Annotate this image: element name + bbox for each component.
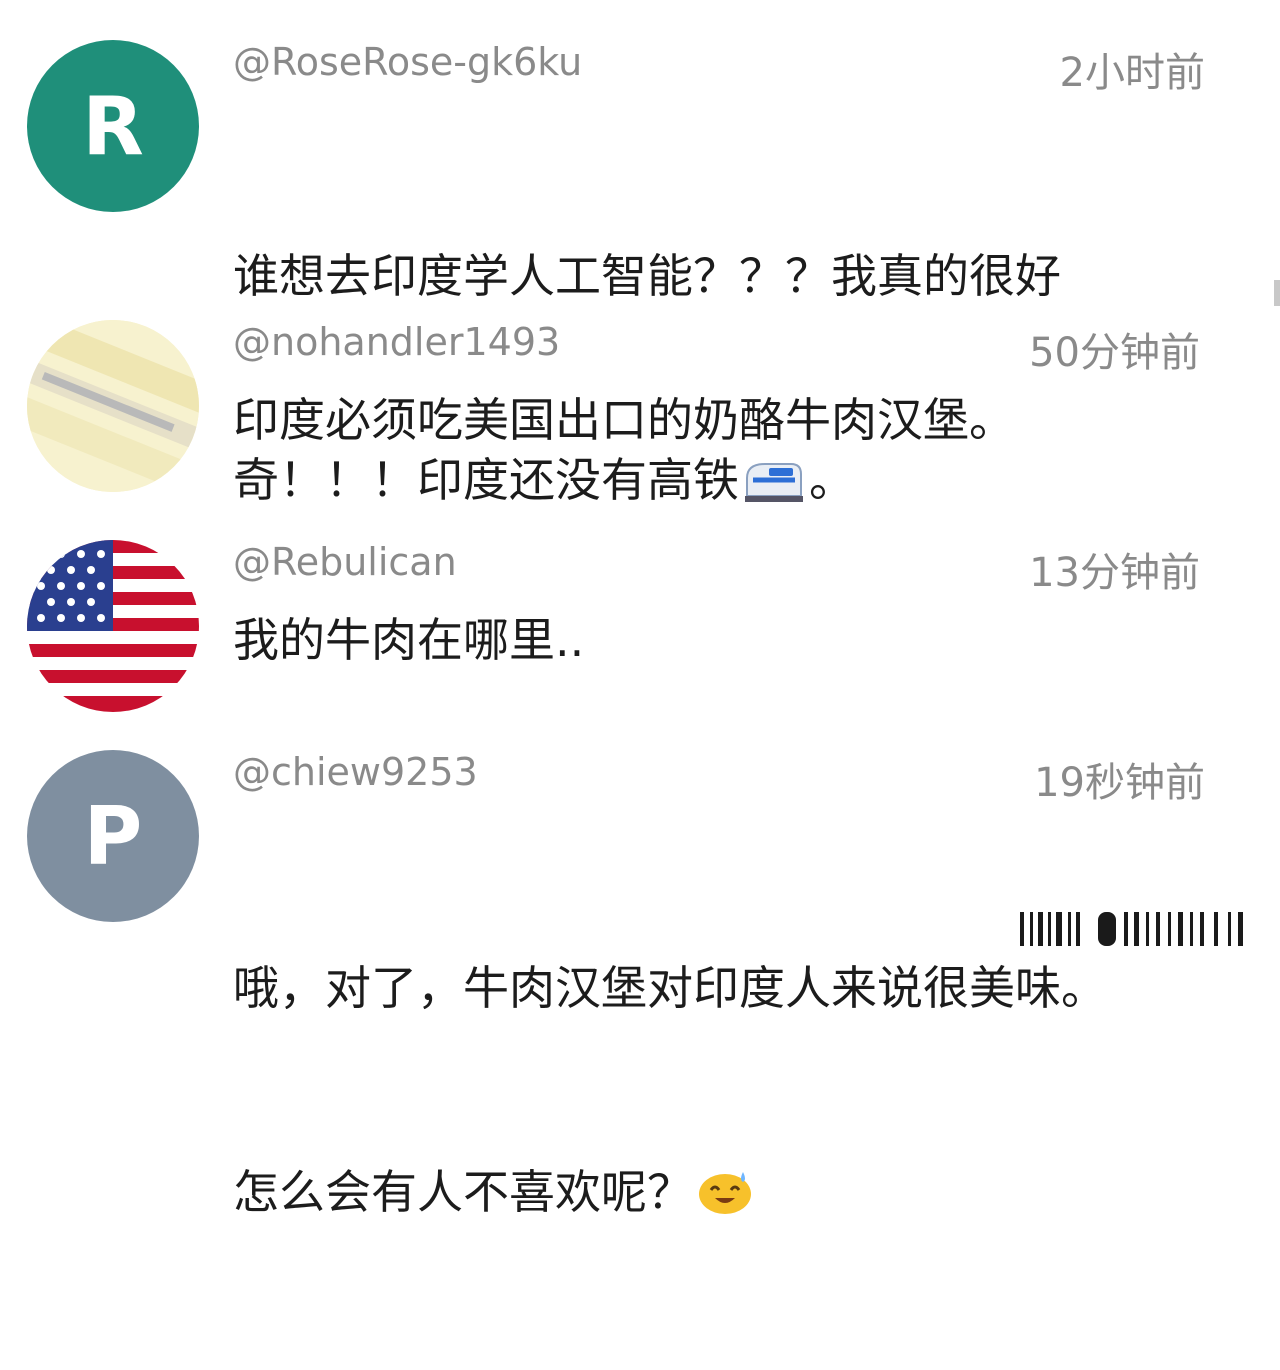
- comment-author[interactable]: @nohandler1493: [233, 320, 560, 364]
- comment-timestamp: 19秒钟前: [1034, 760, 1205, 806]
- sweat-smile-icon: [697, 1166, 753, 1234]
- comment-item: @Rebulican 13分钟前 我的牛肉在哪里..: [0, 520, 1280, 720]
- comment-timestamp: 2小时前: [1059, 50, 1205, 96]
- avatar-letter: P: [83, 789, 143, 883]
- avatar[interactable]: P: [27, 750, 199, 922]
- comment-text: 印度必须吃美国出口的奶酪牛肉汉堡。: [233, 393, 1015, 447]
- avatar[interactable]: R: [27, 40, 199, 212]
- scrollbar-marker: [1274, 280, 1280, 306]
- avatar[interactable]: [27, 320, 199, 492]
- comment-timestamp: 50分钟前: [1029, 330, 1200, 376]
- us-flag-icon: [27, 540, 199, 712]
- comment-item: @nohandler1493 50分钟前 印度必须吃美国出口的奶酪牛肉汉堡。: [0, 300, 1280, 510]
- avatar-letter: R: [82, 79, 144, 173]
- comment-author[interactable]: @Rebulican: [233, 540, 457, 584]
- comment-timestamp: 13分钟前: [1029, 550, 1200, 596]
- comment-author[interactable]: @chiew9253: [233, 750, 478, 794]
- comment-author[interactable]: @RoseRose-gk6ku: [233, 40, 582, 84]
- comment-text: 哦，对了，牛肉汉堡对印度人来说很美味。 怎么会有人不喜欢呢？: [233, 818, 1233, 1370]
- avatar[interactable]: [27, 540, 199, 712]
- avatar-image: [27, 320, 199, 492]
- comment-item: R @RoseRose-gk6ku 2小时前 谁想去印度学人工智能？？？我真的很…: [0, 0, 1280, 507]
- comment-text: 我的牛肉在哪里..: [233, 613, 585, 667]
- comment-text-segment: 怎么会有人不喜欢呢？: [233, 1165, 693, 1219]
- comment-text-line: 哦，对了，牛肉汉堡对印度人来说很美味。: [233, 961, 1107, 1015]
- barcode-icon: [1020, 912, 1243, 946]
- comment-text-line: 怎么会有人不喜欢呢？: [233, 1158, 1233, 1234]
